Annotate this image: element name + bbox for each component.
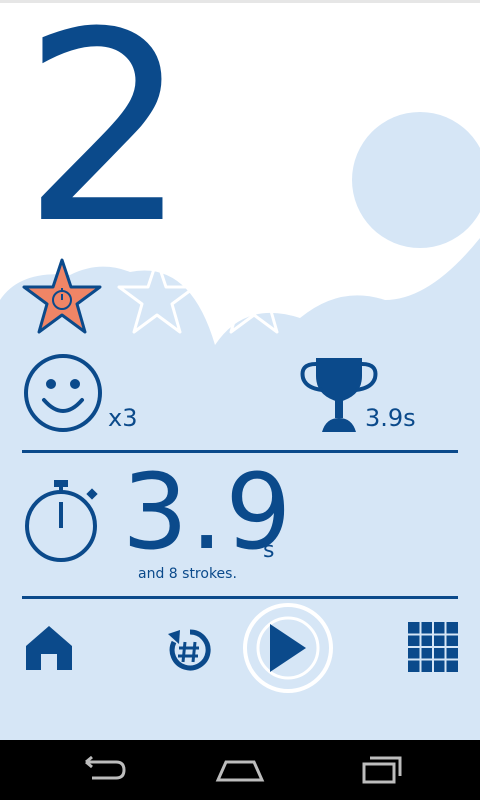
system-nav-bar (0, 740, 480, 800)
best-time: 3.9s (365, 404, 416, 432)
retry-icon[interactable] (166, 626, 214, 674)
recent-apps-icon[interactable] (350, 754, 410, 786)
smiley-count: x3 (108, 404, 138, 432)
star-empty-icon (117, 258, 197, 334)
star-earned-icon (22, 258, 102, 334)
time-row: 3.9 s and 8 strokes. (22, 460, 458, 590)
level-number: 2 (22, 0, 189, 281)
action-toolbar (0, 600, 480, 696)
sun-shape (352, 112, 480, 248)
stats-row: x3 3.9s (22, 350, 458, 446)
play-icon (270, 624, 306, 672)
smiley-icon (24, 354, 102, 432)
stopwatch-icon (25, 480, 98, 562)
grid-icon[interactable] (408, 622, 458, 672)
time-unit: s (263, 538, 275, 563)
home-icon[interactable] (24, 624, 74, 672)
strokes-text: and 8 strokes. (138, 566, 237, 582)
star-rating (22, 258, 294, 334)
divider-bottom (22, 596, 458, 599)
play-button[interactable] (242, 602, 334, 694)
home-nav-icon[interactable] (210, 754, 270, 786)
star-empty-icon (214, 258, 294, 334)
back-icon[interactable] (72, 754, 132, 786)
